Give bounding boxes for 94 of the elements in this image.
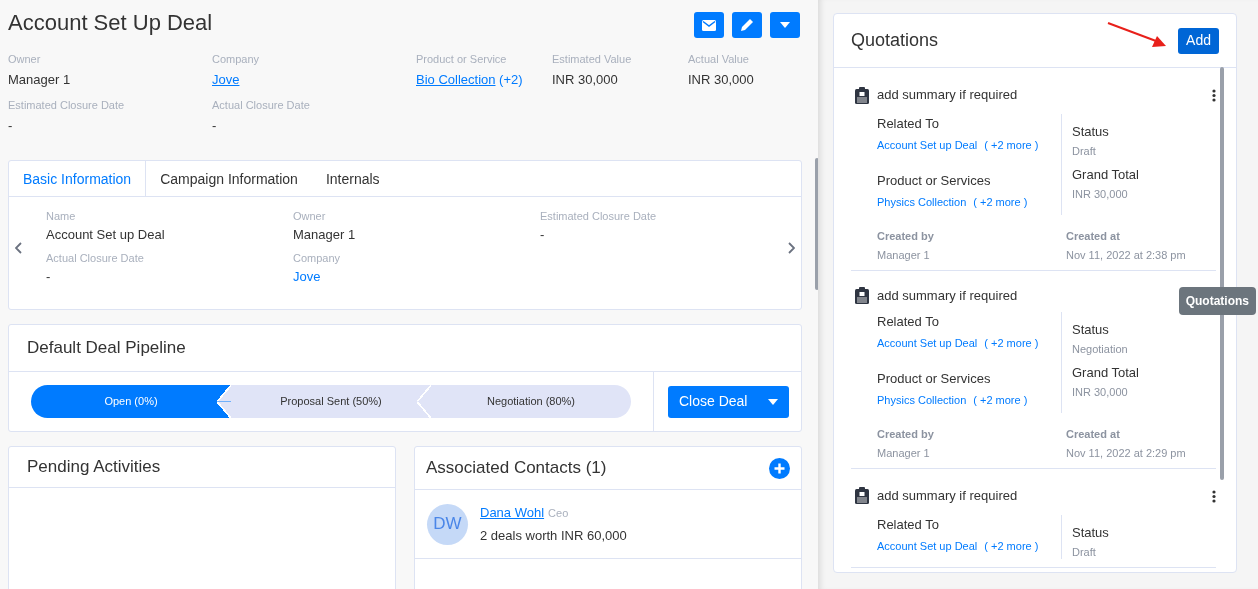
tab[interactable]: Campaign Information <box>146 161 312 196</box>
more-link[interactable]: ( +2 more ) <box>984 337 1039 349</box>
clipboard-icon <box>855 286 869 304</box>
field-label: Created at <box>1066 229 1121 244</box>
field-label: Actual Closure Date <box>212 98 311 112</box>
field-value: Account Set up Deal <box>46 227 166 243</box>
tab[interactable]: Internals <box>311 161 394 196</box>
dropdown-button[interactable] <box>770 12 800 38</box>
contact-role: Ceo <box>548 507 569 519</box>
field-label: Estimated Closure Date <box>8 98 126 112</box>
field-label: Estimated Closure Date <box>540 209 658 223</box>
tooltip: Quotations <box>1178 287 1256 315</box>
status-value: Draft <box>1072 544 1097 559</box>
field-label: Related To <box>877 516 940 533</box>
pipeline-stage[interactable]: Negotiation (80%) <box>431 385 631 418</box>
more-link[interactable]: ( +2 more ) <box>973 196 1028 208</box>
add-button[interactable]: Add <box>1178 27 1219 54</box>
card-title: Quotations <box>851 29 939 52</box>
quote-summary: add summary if required <box>877 486 1018 505</box>
field-value: Manager 1 <box>8 72 72 88</box>
created-at-value: Nov 11, 2022 at 2:38 pm <box>1066 247 1186 262</box>
field-link[interactable]: Bio Collection <box>416 72 496 87</box>
status-value: Negotiation <box>1072 342 1129 356</box>
field-label: Status <box>1072 524 1109 541</box>
field-label: Created at <box>1066 427 1121 442</box>
add-contact-button[interactable] <box>769 456 790 480</box>
field-label: Status <box>1072 124 1110 140</box>
card-title: Default Deal Pipeline <box>9 325 801 372</box>
field-label: Created by <box>877 427 935 442</box>
field-label: Grand Total <box>1072 365 1139 381</box>
field-label: Grand Total <box>1072 167 1139 183</box>
related-link[interactable]: Physics Collection <box>877 394 967 406</box>
more-link[interactable]: ( +2 more ) <box>984 139 1039 151</box>
field-label: Company <box>212 52 261 66</box>
annotation-arrow <box>1106 21 1168 49</box>
field-label: Actual Value <box>688 52 750 66</box>
field-link[interactable]: Jove <box>293 269 321 284</box>
field-label: Product or Services <box>877 173 992 189</box>
field-label: Company <box>293 251 342 265</box>
more-link[interactable]: ( +2 more ) <box>973 394 1028 406</box>
created-by-value: Manager 1 <box>877 445 931 460</box>
created-at-value: Nov 11, 2022 at 2:29 pm <box>1066 445 1186 460</box>
quote-summary: add summary if required <box>877 86 1018 105</box>
field-value: - <box>46 269 52 285</box>
related-link[interactable]: Account Set up Deal <box>877 539 978 552</box>
avatar: DW <box>427 503 468 545</box>
related-link[interactable]: Account Set up Deal <box>877 337 978 349</box>
tab[interactable]: Basic Information <box>9 161 147 196</box>
quote-summary: add summary if required <box>877 286 1018 305</box>
related-link[interactable]: Physics Collection <box>877 196 967 208</box>
field-value: - <box>8 118 14 134</box>
field-label: Related To <box>877 314 940 330</box>
caret-icon <box>768 398 778 405</box>
field-label: Product or Service <box>416 52 508 66</box>
clipboard-icon <box>855 86 869 104</box>
caret-icon <box>780 22 790 28</box>
field-link[interactable]: Jove <box>212 72 240 87</box>
envelope-icon <box>702 19 716 31</box>
close-deal-button[interactable]: Close Deal <box>668 385 789 418</box>
field-value: INR 30,000 <box>688 72 755 88</box>
status-value: Draft <box>1072 144 1097 158</box>
field-value: INR 30,000 <box>552 72 619 88</box>
clipboard-icon <box>855 487 869 504</box>
field-label: Name <box>46 209 77 223</box>
more-link[interactable]: ( +2 more ) <box>984 539 1039 552</box>
field-label: Estimated Value <box>552 52 633 66</box>
chevron-right-icon <box>787 241 795 254</box>
field-label: Product or Services <box>877 371 992 387</box>
field-link-extra[interactable]: (+2) <box>495 72 523 87</box>
email-button[interactable] <box>694 12 724 38</box>
pipeline-stage[interactable]: Proposal Sent (50%) <box>231 385 431 418</box>
pencil-icon <box>740 18 754 32</box>
edit-button[interactable] <box>732 12 762 38</box>
contact-summary: 2 deals worth INR 60,000 <box>480 526 627 545</box>
field-label: Status <box>1072 322 1110 338</box>
field-label: Owner <box>293 209 327 223</box>
page-title: Account Set Up Deal <box>8 10 213 37</box>
chevron-left-icon <box>15 241 23 254</box>
field-label: Actual Closure Date <box>46 251 145 265</box>
field-value: Manager 1 <box>293 227 357 243</box>
plus-icon <box>769 458 790 480</box>
field-value: - <box>212 118 218 134</box>
field-label: Related To <box>877 116 940 132</box>
field-label: Created by <box>877 229 935 244</box>
card-title: Associated Contacts (1) <box>426 457 607 480</box>
total-value: INR 30,000 <box>1072 187 1129 201</box>
pipeline-stage[interactable]: Open (0%) <box>31 385 231 418</box>
field-label: Owner <box>8 52 42 66</box>
related-link[interactable]: Account Set up Deal <box>877 139 978 151</box>
total-value: INR 30,000 <box>1072 385 1129 399</box>
created-by-value: Manager 1 <box>877 247 931 262</box>
field-value: - <box>540 227 546 243</box>
card-title: Pending Activities <box>9 447 395 488</box>
contact-name[interactable]: Dana Wohl <box>480 505 545 520</box>
